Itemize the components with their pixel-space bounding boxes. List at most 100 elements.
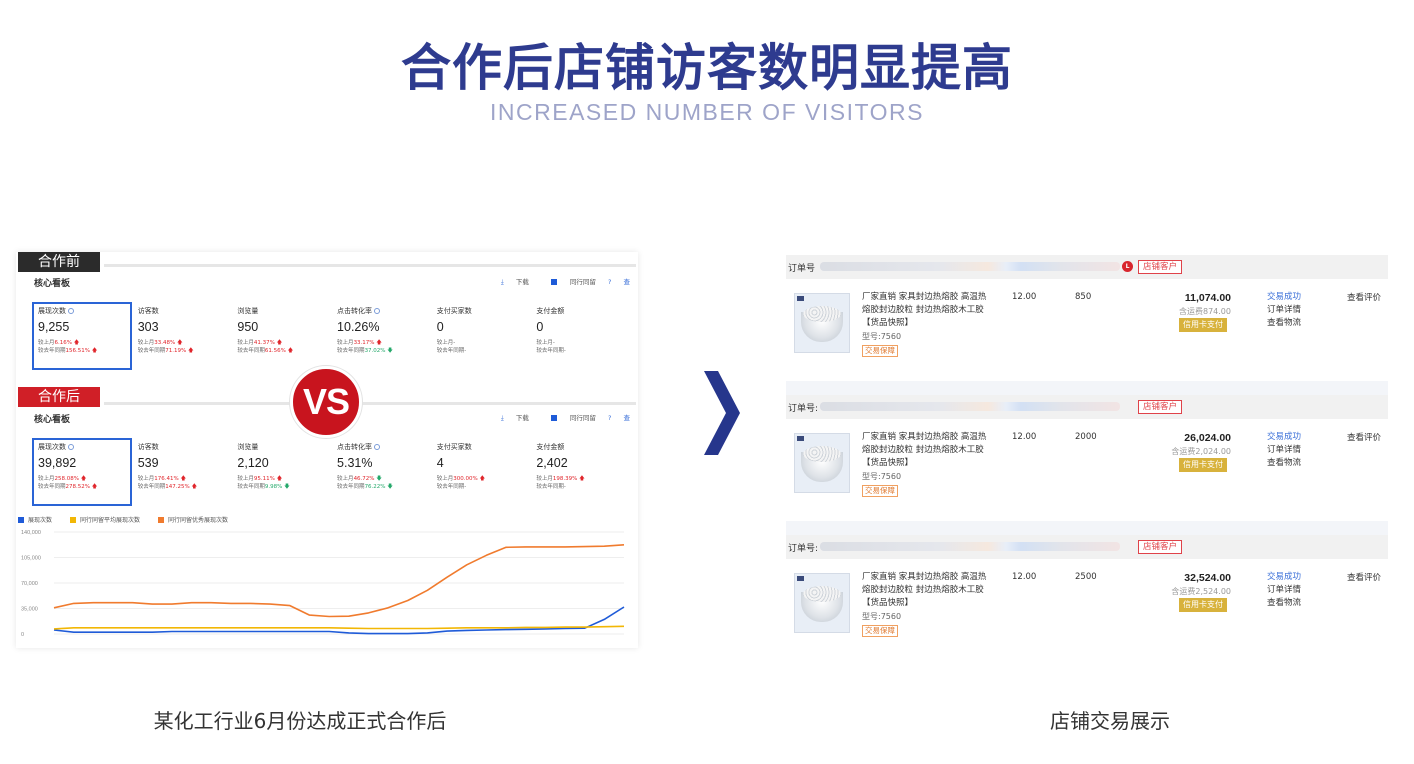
metric-card[interactable]: 支付买家数 4 较上月300.00% 🡅 较去年同期- [431,438,531,506]
after-metrics: 展现次数 39,892 较上月258.08% 🡅 较去年同期278.52% 🡅 访客数 5… [32,438,630,506]
metric-card[interactable]: 点击转化率 5.31% 较上月46.72% 🡇 较去年同期76.22% 🡇 [331,438,431,506]
arrow-up-icon: 🡅 [80,476,87,482]
glue-pellets-image [803,446,841,462]
glue-pellets-image [803,306,841,322]
help-icon[interactable]: ? [608,414,611,422]
metric-label: 支付金额 [536,443,565,451]
product-thumbnail[interactable] [794,433,850,493]
order-total: 11,074.00 [1184,292,1231,304]
shipping-included: 含运费2,524.00 [1171,587,1231,596]
metric-value: 10.26% [337,320,380,334]
unit-price: 12.00 [1012,432,1037,442]
metric-card[interactable]: 展现次数 39,892 较上月258.08% 🡅 较去年同期278.52% 🡅 [32,438,132,506]
view-logistics-link[interactable]: 查看物流 [1267,317,1301,330]
arrow-up-icon: 🡅 [180,476,187,482]
help-icon[interactable] [374,444,381,450]
order-detail-link[interactable]: 订单详情 [1267,584,1301,597]
metric-label: 访客数 [137,443,159,451]
more-link[interactable]: 查 [624,414,631,422]
series-line-3[interactable] [53,544,625,618]
order-row: 订单号: 店铺客户 厂家直销 家具封边热熔胶 高温热熔胶封边胶粒 封边热熔胶木工… [786,395,1388,521]
view-review-link[interactable]: 查看评价 [1347,431,1381,443]
metric-compare-month: 较上月176.41% 🡅 [137,476,187,482]
order-header: 订单号: 店铺客户 [786,395,1388,419]
metric-compare-year: 较去年同期9.98% 🡇 [237,484,290,490]
vs-badge: VS [290,366,362,438]
brand-logo-icon [797,296,804,301]
shipping-included: 含运费2,024.00 [1171,447,1231,456]
product-thumbnail[interactable] [794,573,850,633]
more-link[interactable]: 查 [624,278,631,286]
order-number-redacted [820,542,1120,551]
metric-label: 支付金额 [536,307,565,315]
view-logistics-link[interactable]: 查看物流 [1267,597,1301,610]
metric-label: 支付买家数 [436,307,472,315]
order-detail-link[interactable]: 订单详情 [1267,444,1301,457]
help-icon[interactable] [374,308,381,314]
customer-tag: 店铺客户 [1138,540,1183,554]
y-tick-label: 70,000 [21,581,38,587]
product-title-link[interactable]: 厂家直销 家具封边热熔胶 高温热熔胶封边胶粒 封边热熔胶木工胶 【货品快照】 [862,291,992,330]
brand-logo-icon [797,436,804,441]
peer-label: 同行同留 [569,278,596,286]
order-status: 交易成功 订单详情 查看物流 [1267,431,1301,470]
order-header: 订单号: 店铺客户 [786,535,1388,559]
metric-label: 点击转化率 [337,442,431,452]
credit-card-pay-badge: 信用卡支付 [1179,318,1227,332]
metric-card[interactable]: 支付金额 2,402 较上月198.39% 🡅 较去年同期- [530,438,630,506]
help-icon[interactable] [68,444,74,450]
metric-card[interactable]: 浏览量 950 较上月41.37% 🡅 较去年同期61.56% 🡅 [231,302,331,370]
metric-card[interactable]: 浏览量 2,120 较上月95.11% 🡅 较去年同期9.98% 🡇 [231,438,331,506]
shipping-included: 含运费874.00 [1179,307,1231,316]
arrow-down-icon: 🡇 [387,348,393,354]
arrow-up-icon: 🡅 [276,476,283,482]
metric-compare-year: 较去年同期- [536,348,566,354]
metric-label: 浏览量 [237,443,259,451]
metric-compare-year: 较去年同期- [436,484,467,490]
metric-card[interactable]: 展现次数 9,255 较上月6.16% 🡅 较去年同期156.51% 🡅 [32,302,132,370]
metric-compare-year: 较去年同期37.02% 🡇 [337,348,393,354]
help-icon[interactable]: ? [608,278,611,286]
view-review-link[interactable]: 查看评价 [1347,571,1381,583]
metric-compare-year: 较去年同期- [536,484,566,490]
arrow-up-icon: 🡅 [91,484,98,490]
download-button[interactable]: ⤓ 下载 [491,414,529,422]
series-line-1[interactable] [53,606,625,635]
metric-compare-month: 较上月300.00% 🡅 [436,476,486,482]
metric-card[interactable]: 访客数 539 较上月176.41% 🡅 较去年同期147.25% 🡅 [132,438,232,506]
help-icon[interactable] [68,308,74,314]
arrow-up-icon: 🡅 [579,476,585,482]
view-review-link[interactable]: 查看评价 [1347,291,1381,303]
trade-success-link[interactable]: 交易成功 [1267,571,1301,584]
metric-value: 539 [137,456,159,470]
metric-card[interactable]: 支付金额 0 较上月- 较去年同期- [530,302,630,370]
product-thumbnail[interactable] [794,293,850,353]
credit-card-pay-badge: 信用卡支付 [1179,598,1227,612]
order-total: 32,524.00 [1184,572,1231,584]
page-title: 合作后店铺访客数明显提高 [401,39,1013,97]
metric-compare-month: 较上月6.16% 🡅 [38,340,80,346]
download-button[interactable]: ⤓ 下载 [491,278,529,286]
order-detail-link[interactable]: 订单详情 [1267,304,1301,317]
metric-card[interactable]: 点击转化率 10.26% 较上月33.17% 🡅 较去年同期37.02% 🡇 [331,302,431,370]
y-tick-label: 0 [21,632,24,638]
metric-card[interactable]: 支付买家数 0 较上月- 较去年同期- [431,302,531,370]
peer-checkbox[interactable]: 同行同留 ? [541,278,611,286]
view-logistics-link[interactable]: 查看物流 [1267,457,1301,470]
arrow-up-icon: 🡅 [91,348,98,354]
guarantee-badge: 交易保障 [862,485,898,497]
left-caption: 某化工行业6月份达成正式合作后 [153,709,447,733]
unit-price: 12.00 [1012,572,1037,582]
arrow-up-icon: 🡅 [176,340,183,346]
trade-success-link[interactable]: 交易成功 [1267,431,1301,444]
peer-checkbox[interactable]: 同行同留 ? [541,414,611,422]
credit-card-pay-badge: 信用卡支付 [1179,458,1227,472]
order-number-label: 订单号: [788,544,819,554]
glue-pellets-image [803,586,841,602]
product-title-link[interactable]: 厂家直销 家具封边热熔胶 高温热熔胶封边胶粒 封边热熔胶木工胶 【货品快照】 [862,571,992,610]
metric-card[interactable]: 访客数 303 较上月33.48% 🡅 较去年同期71.19% 🡅 [132,302,232,370]
right-caption: 店铺交易展示 [1050,709,1170,733]
trade-success-link[interactable]: 交易成功 [1267,291,1301,304]
product-title-link[interactable]: 厂家直销 家具封边热熔胶 高温热熔胶封边胶粒 封边热熔胶木工胶 【货品快照】 [862,431,992,470]
order-number-redacted [820,402,1120,411]
